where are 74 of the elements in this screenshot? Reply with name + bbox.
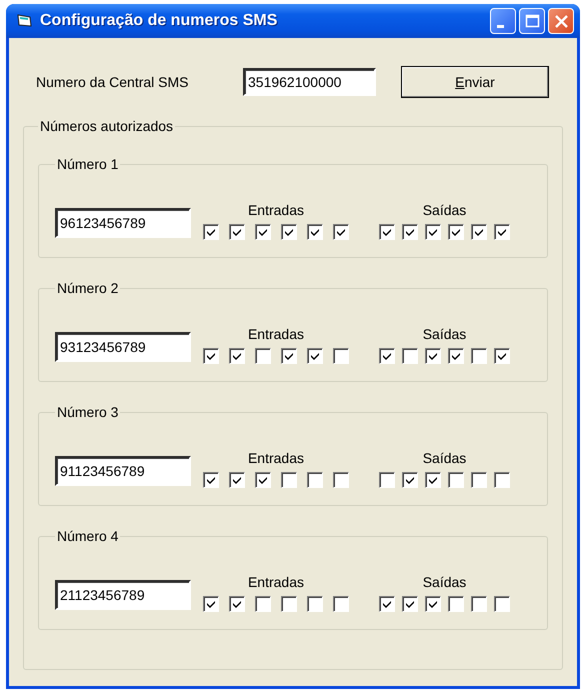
checkbox[interactable]	[255, 596, 271, 612]
phone-number-field[interactable]: 93123456789	[55, 332, 191, 362]
column-label: Saídas	[422, 450, 466, 466]
checkbox[interactable]	[494, 472, 510, 488]
checkbox[interactable]	[379, 596, 395, 612]
checkbox[interactable]	[494, 224, 510, 240]
checkbox[interactable]	[281, 596, 297, 612]
checkbox[interactable]	[379, 224, 395, 240]
column-label: Entradas	[248, 574, 304, 590]
checkbox[interactable]	[333, 224, 349, 240]
checkbox[interactable]	[448, 224, 464, 240]
checkbox[interactable]	[471, 472, 487, 488]
window-title: Configuração de numeros SMS	[40, 12, 278, 30]
window-icon	[16, 13, 34, 29]
group-title: Número 4	[56, 528, 120, 544]
checkbox[interactable]	[494, 596, 510, 612]
column-label: Saídas	[422, 574, 466, 590]
checkbox[interactable]	[307, 596, 323, 612]
checkbox[interactable]	[229, 348, 245, 364]
checkbox[interactable]	[203, 348, 219, 364]
checkbox[interactable]	[494, 348, 510, 364]
checkbox[interactable]	[425, 596, 441, 612]
checkbox[interactable]	[448, 472, 464, 488]
column-label: Entradas	[248, 450, 304, 466]
column-label: Saídas	[422, 202, 466, 218]
checkbox[interactable]	[379, 472, 395, 488]
checkbox[interactable]	[203, 596, 219, 612]
column-label: Entradas	[248, 202, 304, 218]
checkbox[interactable]	[425, 224, 441, 240]
checkbox[interactable]	[255, 472, 271, 488]
checkbox[interactable]	[333, 596, 349, 612]
column-label: Entradas	[248, 326, 304, 342]
checkbox[interactable]	[425, 348, 441, 364]
checkbox[interactable]	[255, 224, 271, 240]
checkbox[interactable]	[307, 472, 323, 488]
checkbox[interactable]	[448, 596, 464, 612]
checkbox[interactable]	[281, 348, 297, 364]
checkbox[interactable]	[402, 596, 418, 612]
checkbox[interactable]	[471, 596, 487, 612]
checkbox[interactable]	[379, 348, 395, 364]
group-title: Número 3	[56, 404, 120, 420]
checkbox[interactable]	[307, 224, 323, 240]
checkbox[interactable]	[229, 224, 245, 240]
send-button[interactable]: Enviar	[401, 66, 549, 98]
column-label: Saídas	[422, 326, 466, 342]
phone-number-field[interactable]: 96123456789	[55, 208, 191, 238]
minimize-icon	[496, 24, 504, 28]
checkbox[interactable]	[402, 224, 418, 240]
close-button[interactable]	[548, 8, 574, 34]
group-title: Número 2	[56, 280, 120, 296]
checkbox[interactable]	[203, 224, 219, 240]
phone-number-field[interactable]: 91123456789	[55, 456, 191, 486]
checkbox[interactable]	[281, 224, 297, 240]
checkbox[interactable]	[307, 348, 323, 364]
checkbox[interactable]	[229, 472, 245, 488]
checkbox[interactable]	[281, 472, 297, 488]
checkbox[interactable]	[203, 472, 219, 488]
group-title: Números autorizados	[39, 118, 174, 134]
central-number-field[interactable]: 351962100000	[243, 68, 376, 96]
maximize-button[interactable]	[519, 8, 545, 34]
checkbox[interactable]	[471, 224, 487, 240]
checkbox[interactable]	[402, 472, 418, 488]
checkbox[interactable]	[333, 348, 349, 364]
checkbox[interactable]	[229, 596, 245, 612]
phone-number-field[interactable]: 21123456789	[55, 580, 191, 610]
checkbox[interactable]	[333, 472, 349, 488]
checkbox[interactable]	[255, 348, 271, 364]
checkbox[interactable]	[448, 348, 464, 364]
group-title: Número 1	[56, 156, 120, 172]
checkbox[interactable]	[402, 348, 418, 364]
checkbox[interactable]	[425, 472, 441, 488]
central-number-label: Numero da Central SMS	[36, 74, 190, 90]
checkbox[interactable]	[471, 348, 487, 364]
minimize-button[interactable]	[490, 8, 516, 34]
